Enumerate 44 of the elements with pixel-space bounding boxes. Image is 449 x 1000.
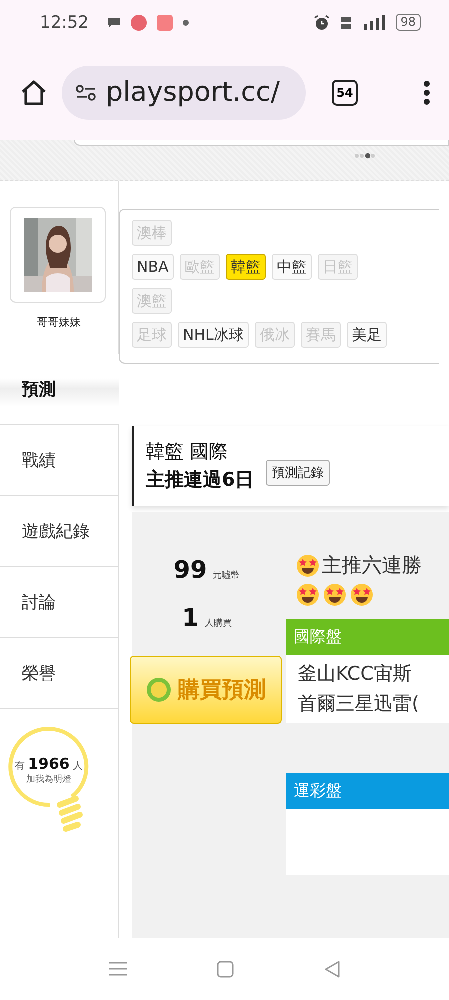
league-tag[interactable]: 中籃 <box>272 254 312 280</box>
streak-title: 主推連過6日 <box>146 468 254 493</box>
league-tag[interactable]: 美足 <box>346 322 387 348</box>
price-amount: 99 <box>174 556 208 584</box>
dot-icon <box>183 20 189 26</box>
site-settings-icon[interactable] <box>76 84 96 100</box>
fan-caption: 加我為明燈 <box>26 774 72 786</box>
tab-count-button[interactable]: 54 <box>332 80 358 106</box>
headline-text: 主推六連勝 <box>322 552 422 579</box>
url-field[interactable]: playsport.cc/ <box>62 66 306 120</box>
price-unit: 元噓幣 <box>213 570 240 582</box>
sidebar-item[interactable]: 預測 <box>0 354 119 425</box>
star-eyes-face-icon <box>350 583 374 607</box>
back-icon[interactable] <box>324 960 340 978</box>
status-time: 12:52 <box>40 12 89 32</box>
page-dots-icon <box>354 153 376 159</box>
fan-count: 有 1966 人 <box>14 755 84 773</box>
star-eyes-face-icon <box>296 554 320 578</box>
home-square-icon[interactable] <box>216 960 234 978</box>
star-eyes-face-icon <box>323 583 347 607</box>
menu-icon[interactable] <box>108 961 126 977</box>
buyer-count: 1 <box>182 604 199 632</box>
match-text: 首爾三星迅雷( <box>298 692 420 717</box>
league-tag[interactable]: 韓籃 <box>226 254 266 280</box>
app-icon <box>157 14 173 30</box>
user-name: 哥哥妹妹 <box>36 315 82 330</box>
alarm-clock-icon <box>314 14 330 30</box>
panel-header: 運彩盤 <box>286 773 449 809</box>
chat-bubble-icon <box>107 16 121 28</box>
avatar-card[interactable] <box>10 207 106 303</box>
league-tag[interactable]: NHL冰球 <box>178 322 249 348</box>
league-tag[interactable]: NBA <box>132 254 174 280</box>
panel-header: 國際盤 <box>286 619 449 655</box>
star-eyes-face-icon <box>296 583 320 607</box>
battery-level: 98 <box>396 14 421 31</box>
match-text: 釜山KCC宙斯 <box>298 662 413 687</box>
buyer-unit: 人購買 <box>204 618 232 630</box>
coin-icon <box>146 677 172 703</box>
record-button[interactable]: 預測記錄 <box>266 460 330 486</box>
signal-icon <box>362 14 386 30</box>
home-icon[interactable] <box>20 80 48 106</box>
league-title: 韓籃 國際 <box>146 440 230 465</box>
more-menu-icon[interactable] <box>423 80 431 106</box>
app-icon <box>131 14 147 30</box>
